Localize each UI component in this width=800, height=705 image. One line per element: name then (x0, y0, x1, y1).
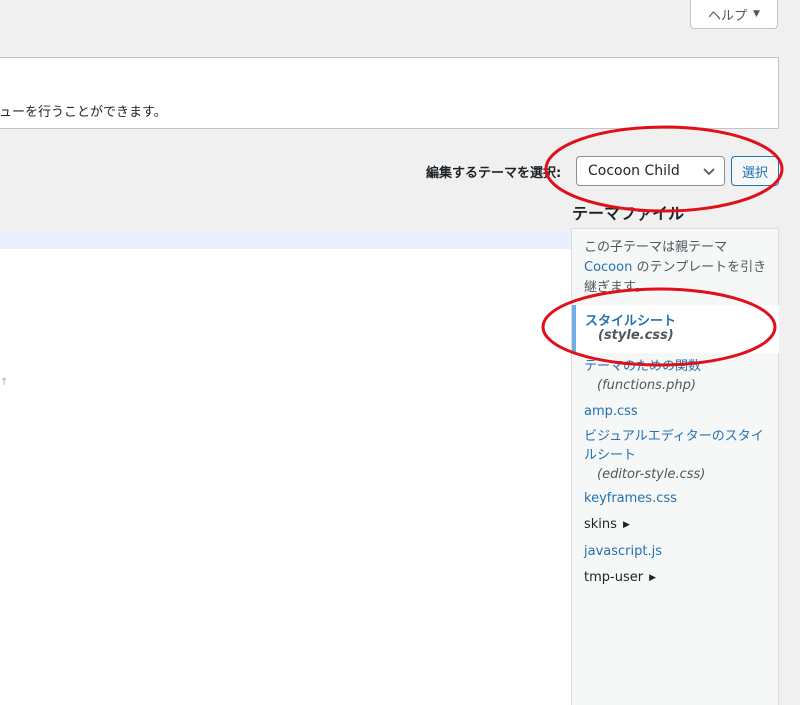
editor-active-line (0, 231, 572, 249)
file-name: javascript.js (584, 544, 662, 559)
folder-name: tmp-user (584, 570, 644, 585)
help-button[interactable]: ヘルプ ▼ (690, 0, 778, 29)
file-item-active[interactable]: スタイルシート (style.css) (572, 305, 779, 353)
file-item-functions[interactable]: テーマのための関数 (functions.php) (584, 357, 776, 395)
theme-files-panel: この子テーマは親テーマ Cocoon のテンプレートを引き継ぎます。 スタイルシ… (571, 228, 779, 705)
file-name: keyframes.css (584, 491, 677, 506)
select-theme-button[interactable]: 選択 (731, 156, 779, 186)
file-item-editor-style[interactable]: ビジュアルエディターのスタイルシート (editor-style.css) (584, 427, 776, 484)
file-name: テーマのための関数 (584, 359, 702, 374)
select-theme-button-label: 選択 (741, 165, 768, 181)
folder-tmp-user[interactable]: tmp-user ▶ (584, 570, 656, 585)
caret-right-icon: ▶ (622, 519, 630, 530)
file-item-keyframes-css[interactable]: keyframes.css (584, 489, 776, 508)
parent-theme-link[interactable]: Cocoon (584, 260, 632, 275)
folder-name: skins (584, 517, 617, 532)
file-name: ビジュアルエディターのスタイルシート (584, 429, 764, 463)
folder-skins[interactable]: skins ▶ (584, 517, 630, 532)
theme-select-label: 編集するテーマを選択: (426, 166, 562, 181)
description-text-start: この子テーマは親テーマ (584, 240, 728, 255)
caret-right-icon: ▶ (649, 572, 656, 583)
file-path: (editor-style.css) (597, 467, 706, 482)
theme-select[interactable]: Cocoon Child (576, 156, 725, 186)
chevron-down-icon (703, 168, 715, 176)
code-editor[interactable]: ↑ (0, 231, 572, 705)
theme-file-editor-screen: ヘルプ ▼ ューを行うことができます。 編集するテーマを選択: Cocoon C… (0, 0, 800, 705)
notice-text: ューを行うことができます。 (0, 105, 167, 120)
file-name: スタイルシート (585, 314, 677, 329)
theme-files-heading: テーマファイル (572, 204, 685, 223)
caret-down-icon: ▼ (753, 9, 760, 19)
editor-gutter-mark: ↑ (0, 377, 9, 388)
notice-box: ューを行うことができます。 (0, 57, 779, 129)
file-path: (functions.php) (597, 378, 696, 393)
file-name: amp.css (584, 404, 638, 419)
file-path: (style.css) (598, 328, 674, 343)
file-item-javascript[interactable]: javascript.js (584, 542, 776, 561)
theme-select-value: Cocoon Child (588, 163, 680, 179)
theme-files-description: この子テーマは親テーマ Cocoon のテンプレートを引き継ぎます。 (584, 238, 774, 298)
help-label: ヘルプ (708, 8, 748, 24)
file-item-amp-css[interactable]: amp.css (584, 402, 776, 421)
